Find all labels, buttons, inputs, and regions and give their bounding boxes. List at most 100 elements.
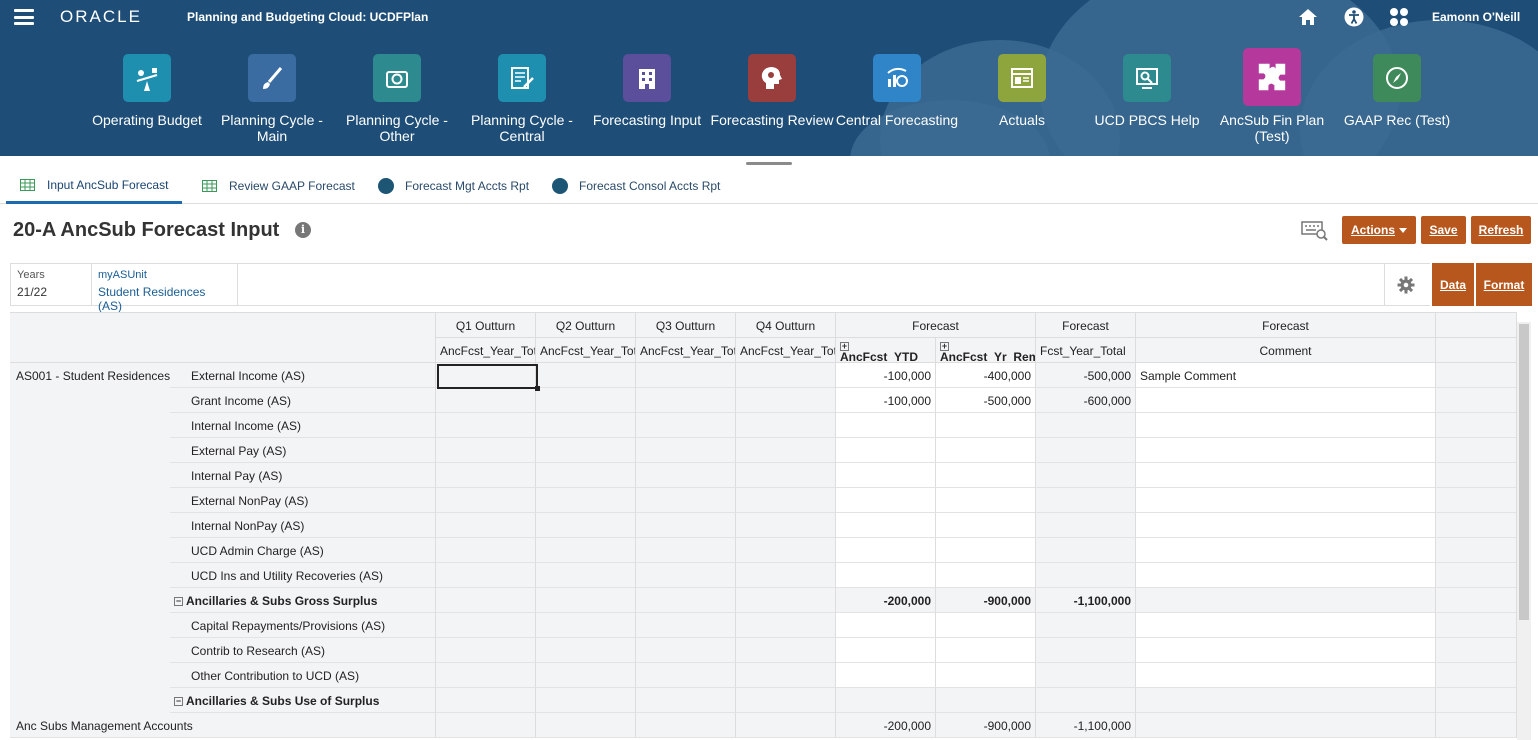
column-header-expandable[interactable]: +AncFcst_Yr_Remaining bbox=[936, 338, 1036, 363]
grid-cell[interactable] bbox=[636, 363, 736, 388]
grid-cell[interactable]: Sample Comment bbox=[1136, 363, 1436, 388]
grid-cell[interactable] bbox=[736, 413, 836, 438]
grid-cell[interactable] bbox=[436, 713, 536, 738]
grid-cell[interactable] bbox=[636, 613, 736, 638]
grid-cell[interactable] bbox=[636, 688, 736, 713]
row-header[interactable]: − Ancillaries & Subs Use of Surplus bbox=[170, 688, 436, 713]
grid-cell[interactable] bbox=[936, 638, 1036, 663]
grid-cell[interactable] bbox=[636, 438, 736, 463]
grid-cell[interactable] bbox=[436, 488, 536, 513]
springboard-collapse-handle[interactable] bbox=[746, 162, 792, 165]
pov-asunit[interactable]: myASUnit Student Residences (AS) bbox=[92, 264, 238, 313]
grid-cell[interactable] bbox=[836, 538, 936, 563]
grid-cell[interactable] bbox=[736, 613, 836, 638]
save-button[interactable]: Save bbox=[1421, 216, 1466, 244]
grid-cell[interactable] bbox=[536, 413, 636, 438]
grid-cell[interactable] bbox=[1036, 463, 1136, 488]
grid-cell[interactable] bbox=[836, 488, 936, 513]
grid-cell[interactable] bbox=[536, 663, 636, 688]
grid-cell[interactable] bbox=[1136, 588, 1436, 613]
grid-cell[interactable] bbox=[736, 363, 836, 388]
grid-cell[interactable] bbox=[936, 663, 1036, 688]
grid-cell[interactable]: -900,000 bbox=[936, 588, 1036, 613]
refresh-button[interactable]: Refresh bbox=[1471, 216, 1531, 244]
grid-cell[interactable] bbox=[536, 613, 636, 638]
grid-cell[interactable] bbox=[836, 513, 936, 538]
grid-cell[interactable] bbox=[936, 413, 1036, 438]
grid-cell[interactable] bbox=[536, 688, 636, 713]
grid-cell[interactable]: -500,000 bbox=[936, 388, 1036, 413]
navigator-icon[interactable] bbox=[1388, 6, 1410, 28]
grid-cell[interactable] bbox=[1036, 688, 1136, 713]
keyboard-search-icon[interactable] bbox=[1301, 219, 1329, 241]
grid-cell[interactable] bbox=[436, 688, 536, 713]
grid-cell[interactable] bbox=[636, 413, 736, 438]
grid-cell[interactable] bbox=[436, 413, 536, 438]
grid-cell[interactable] bbox=[936, 538, 1036, 563]
grid-cell[interactable] bbox=[736, 388, 836, 413]
grid-cell[interactable] bbox=[636, 488, 736, 513]
grid-cell[interactable] bbox=[536, 638, 636, 663]
grid-cell[interactable] bbox=[636, 663, 736, 688]
grid-cell[interactable] bbox=[536, 538, 636, 563]
tab-forecast-mgt-accts-rpt[interactable]: Forecast Mgt Accts Rpt bbox=[378, 168, 529, 204]
user-menu[interactable]: Eamonn O'Neill bbox=[1432, 10, 1520, 24]
grid-cell[interactable] bbox=[536, 438, 636, 463]
grid-cell[interactable] bbox=[936, 513, 1036, 538]
grid-cell[interactable] bbox=[836, 663, 936, 688]
grid-cell[interactable] bbox=[1136, 613, 1436, 638]
grid-cell[interactable] bbox=[636, 588, 736, 613]
grid-cell[interactable] bbox=[536, 388, 636, 413]
grid-cell[interactable] bbox=[1036, 613, 1136, 638]
grid-cell[interactable] bbox=[836, 613, 936, 638]
grid-cell[interactable] bbox=[636, 388, 736, 413]
card-forecasting-review[interactable]: Forecasting Review bbox=[709, 48, 835, 148]
grid-cell[interactable] bbox=[436, 463, 536, 488]
row-header[interactable]: − Ancillaries & Subs Gross Surplus bbox=[170, 588, 436, 613]
grid-cell[interactable] bbox=[636, 563, 736, 588]
grid-cell[interactable] bbox=[836, 413, 936, 438]
grid-cell[interactable] bbox=[836, 688, 936, 713]
tab-input-ancsub-forecast[interactable]: Input AncSub Forecast bbox=[6, 168, 183, 204]
grid-cell[interactable] bbox=[736, 488, 836, 513]
grid-cell[interactable] bbox=[636, 463, 736, 488]
card-ancsub-fin-plan[interactable]: AncSub Fin Plan (Test) bbox=[1209, 48, 1335, 148]
grid-cell[interactable] bbox=[836, 563, 936, 588]
grid-cell[interactable] bbox=[536, 563, 636, 588]
grid-cell[interactable] bbox=[1136, 488, 1436, 513]
card-gaap-rec[interactable]: GAAP Rec (Test) bbox=[1334, 48, 1460, 148]
card-operating-budget[interactable]: Operating Budget bbox=[84, 48, 210, 148]
grid-cell[interactable] bbox=[936, 488, 1036, 513]
grid-cell[interactable] bbox=[436, 388, 536, 413]
grid-cell[interactable] bbox=[836, 438, 936, 463]
grid-cell[interactable] bbox=[436, 538, 536, 563]
collapse-icon[interactable]: − bbox=[174, 697, 183, 706]
card-ucd-pbcs-help[interactable]: UCD PBCS Help bbox=[1084, 48, 1210, 148]
grid-cell[interactable] bbox=[1136, 713, 1436, 738]
info-icon[interactable]: i bbox=[295, 222, 311, 238]
gear-icon[interactable] bbox=[1384, 263, 1427, 306]
grid-cell[interactable] bbox=[436, 563, 536, 588]
grid-cell[interactable] bbox=[1036, 513, 1136, 538]
actions-button[interactable]: Actions bbox=[1342, 216, 1416, 244]
grid-cell[interactable] bbox=[936, 613, 1036, 638]
grid-cell[interactable]: -1,100,000 bbox=[1036, 588, 1136, 613]
menu-icon[interactable] bbox=[14, 9, 34, 25]
grid-cell[interactable] bbox=[436, 438, 536, 463]
grid-cell[interactable]: -500,000 bbox=[1036, 363, 1136, 388]
grid-cell[interactable] bbox=[736, 563, 836, 588]
grid-cell[interactable] bbox=[1136, 413, 1436, 438]
grid-cell[interactable] bbox=[1136, 563, 1436, 588]
grid-cell[interactable] bbox=[736, 463, 836, 488]
card-central-forecasting[interactable]: Central Forecasting bbox=[834, 48, 960, 148]
grid-cell[interactable] bbox=[436, 588, 536, 613]
grid-cell[interactable] bbox=[436, 638, 536, 663]
grid-cell[interactable] bbox=[736, 638, 836, 663]
grid-cell[interactable] bbox=[1036, 663, 1136, 688]
grid-vertical-scrollbar[interactable] bbox=[1517, 322, 1531, 740]
grid-cell[interactable] bbox=[536, 488, 636, 513]
grid-cell[interactable] bbox=[736, 688, 836, 713]
grid-cell[interactable] bbox=[636, 538, 736, 563]
grid-cell[interactable] bbox=[436, 513, 536, 538]
grid-cell[interactable] bbox=[936, 563, 1036, 588]
